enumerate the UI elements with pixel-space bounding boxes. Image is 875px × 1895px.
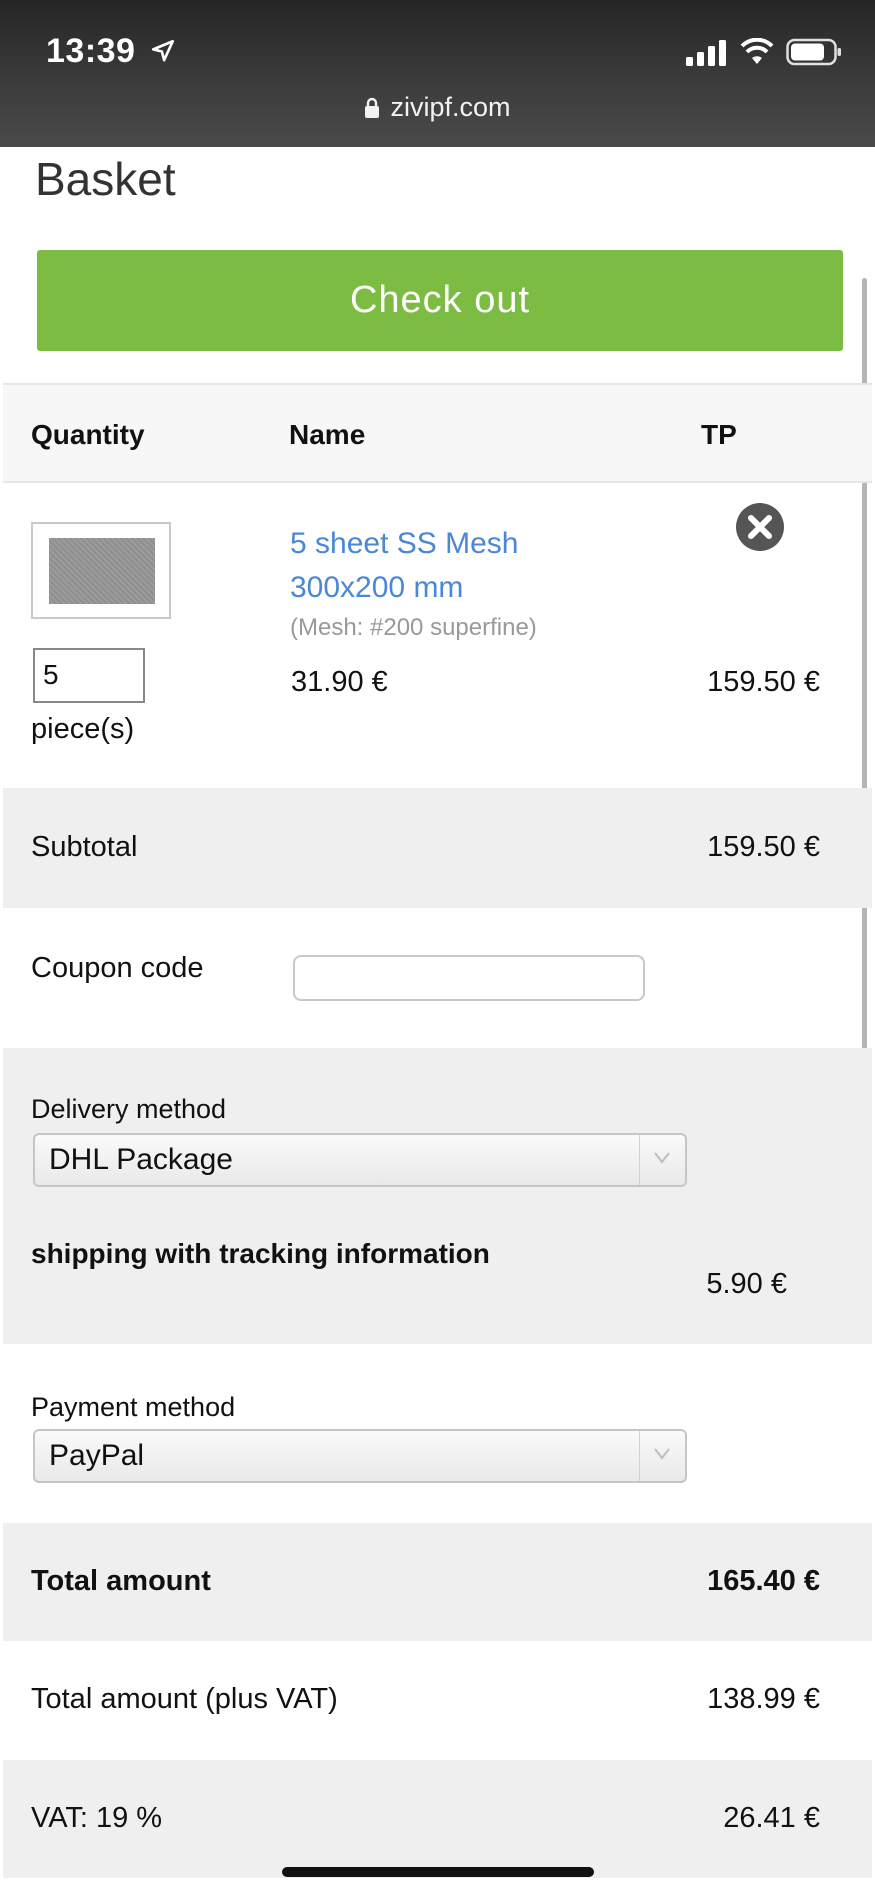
product-name-link[interactable]: 5 sheet SS Mesh 300x200 mm: [290, 522, 518, 610]
lock-icon: [365, 97, 380, 118]
header-quantity: Quantity: [31, 419, 145, 450]
payment-method-select[interactable]: PayPal: [33, 1429, 687, 1483]
vat-value: 26.41 €: [723, 1802, 820, 1834]
url-text: zivipf.com: [390, 92, 511, 122]
subtotal-label: Subtotal: [31, 831, 138, 863]
remove-item-icon[interactable]: [735, 502, 785, 552]
delivery-section: Delivery method shipping with tracking i…: [3, 1048, 872, 1344]
address-bar[interactable]: zivipf.com: [0, 92, 875, 123]
subtotal-value: 159.50 €: [707, 831, 820, 863]
location-arrow-icon: [151, 39, 175, 62]
product-name-line2: 300x200 mm: [290, 571, 464, 604]
payment-method-label: Payment method: [31, 1392, 236, 1422]
coupon-code-input[interactable]: [293, 955, 645, 1001]
product-name-line1: 5 sheet SS Mesh: [290, 527, 519, 560]
quantity-input[interactable]: 5: [33, 648, 145, 703]
delivery-method-select[interactable]: DHL Package: [33, 1133, 687, 1187]
delivery-selected: DHL Package: [49, 1143, 233, 1176]
total-value: 165.40 €: [707, 1565, 820, 1597]
net-total-value: 138.99 €: [707, 1683, 820, 1715]
total-label: Total amount: [31, 1565, 211, 1597]
chevron-down-icon: [639, 1135, 685, 1185]
status-time: 13:39: [46, 32, 136, 70]
quantity-unit-label: piece(s): [31, 713, 135, 745]
delivery-method-label: Delivery method: [31, 1094, 227, 1124]
battery-icon: [786, 38, 841, 66]
home-indicator[interactable]: [282, 1867, 594, 1877]
net-total-label: Total amount (plus VAT): [31, 1683, 338, 1715]
vat-row: VAT: 19 % 26.41 €: [3, 1760, 872, 1878]
item-total-price: 159.50 €: [707, 666, 820, 698]
product-option: (Mesh: #200 superfine): [290, 614, 537, 641]
status-bar: 13:39 zivipf.com: [0, 0, 875, 147]
header-name: Name: [289, 419, 366, 450]
chevron-down-icon: [639, 1431, 685, 1481]
delivery-price: 5.90 €: [706, 1268, 787, 1300]
cellular-signal-icon: [686, 40, 726, 66]
table-header: Quantity Name TP: [3, 383, 872, 483]
unit-price: 31.90 €: [291, 666, 388, 698]
delivery-description: shipping with tracking information: [31, 1238, 490, 1269]
payment-selected: PayPal: [49, 1439, 145, 1472]
checkout-button[interactable]: Check out: [37, 250, 843, 351]
coupon-label: Coupon code: [31, 952, 204, 984]
total-row: Total amount 165.40 €: [3, 1523, 872, 1641]
header-tp: TP: [701, 419, 737, 450]
wifi-icon: [740, 38, 774, 64]
page-title: Basket: [35, 153, 176, 205]
product-thumbnail[interactable]: [31, 522, 171, 619]
vat-label: VAT: 19 %: [31, 1802, 163, 1834]
net-total-row: Total amount (plus VAT) 138.99 €: [3, 1641, 872, 1759]
subtotal-row: Subtotal 159.50 €: [3, 788, 872, 908]
